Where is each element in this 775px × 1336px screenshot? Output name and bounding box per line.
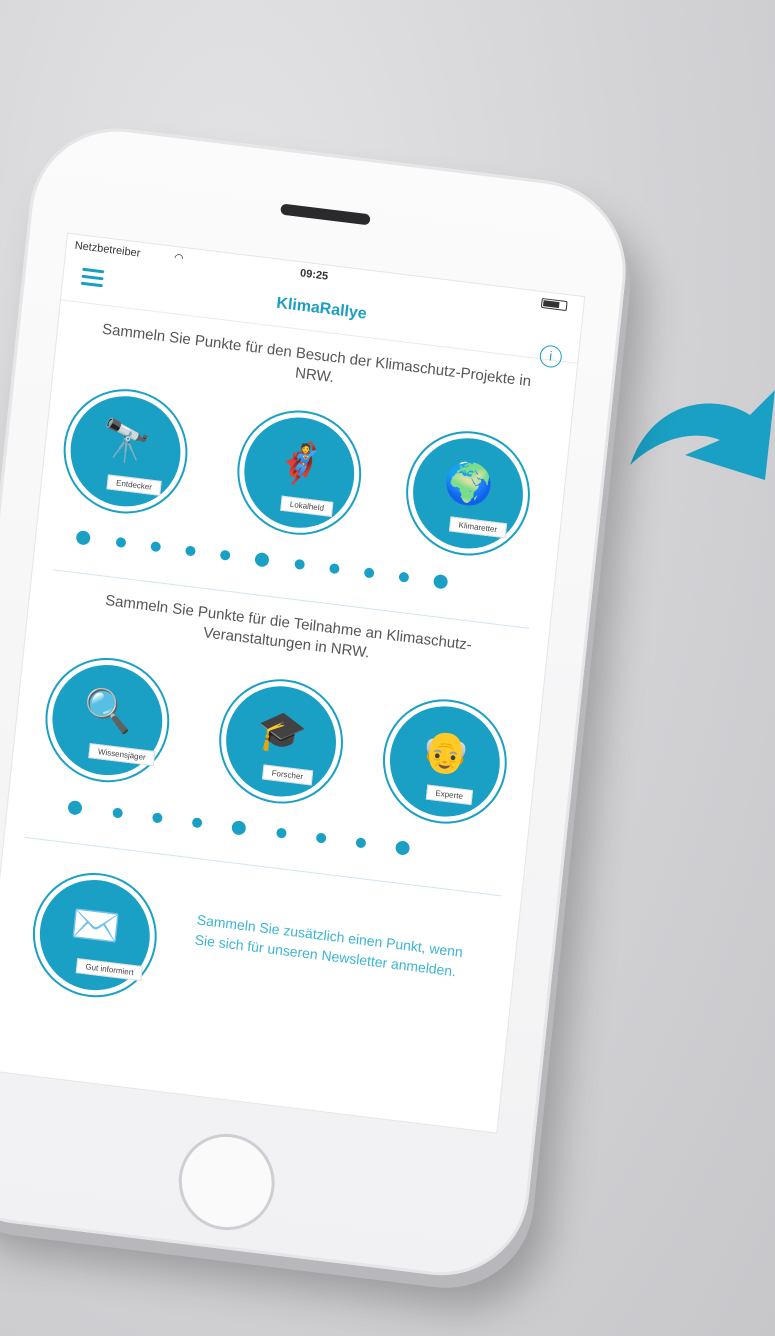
badge-lokalheld[interactable]: 🦸 Lokalheld (233, 405, 366, 540)
progress-dot (398, 571, 410, 583)
progress-dot (67, 799, 83, 816)
badge-label: Gut informiert (75, 958, 144, 982)
professor-icon: 👴 (418, 727, 473, 778)
progress-dot (75, 529, 91, 546)
carrier-name: Netzbetreiber (74, 239, 141, 260)
battery-icon (540, 297, 568, 312)
wifi-icon: ◠ (173, 251, 185, 265)
progress-dot (115, 536, 127, 549)
envelope-newspaper-icon: ✉️ (68, 901, 123, 952)
phone-speaker (280, 203, 371, 226)
badge-label: Wissensjäger (88, 743, 156, 767)
progress-dot (315, 832, 327, 844)
progress-dot (363, 567, 375, 579)
progress-dot (328, 563, 340, 575)
app-screen: Netzbetreiber ◠ 09:25 KlimaRallye i Samm… (0, 232, 586, 1134)
graduate-icon: 🎓 (254, 707, 310, 758)
badge-label: Entdecker (106, 474, 162, 496)
badge-experte[interactable]: 👴 Experte (379, 694, 511, 829)
progress-dot (276, 827, 287, 839)
status-time: 09:25 (299, 267, 329, 283)
progress-dot (150, 541, 162, 553)
progress-dot (231, 820, 247, 836)
badge-gut-informiert[interactable]: ✉️ Gut informiert (28, 868, 161, 1003)
home-button[interactable] (174, 1128, 280, 1236)
badge-forscher[interactable]: 🎓 Forscher (215, 674, 347, 809)
progress-dot (191, 817, 203, 829)
phone-device: Netzbetreiber ◠ 09:25 KlimaRallye i Samm… (0, 118, 635, 1286)
binoculars-icon: 🔭 (99, 417, 154, 468)
badge-label: Experte (425, 784, 473, 806)
progress-dot (355, 837, 367, 849)
progress-dot (151, 812, 163, 824)
progress-dot (112, 807, 124, 819)
badge-label: Klimaretter (448, 516, 507, 539)
badge-label: Lokalheld (280, 495, 334, 517)
progress-dot (394, 840, 411, 856)
progress-dot (184, 545, 196, 557)
progress-dot (254, 551, 270, 568)
magnifier-icon: 🔍 (81, 686, 136, 737)
progress-dot (219, 549, 231, 561)
badge-entdecker[interactable]: 🔭 Entdecker (59, 384, 192, 519)
globe-icon: 🌍 (441, 459, 496, 510)
newsletter-text: Sammeln Sie zusätzlich einen Punkt, wenn… (194, 911, 464, 980)
badge-wissensjaeger[interactable]: 🔍 Wissensjäger (41, 653, 174, 788)
progress-dot (432, 573, 449, 590)
badge-label: Forscher (262, 764, 313, 786)
progress-dot (294, 558, 306, 570)
superhero-icon: 🦸 (273, 438, 328, 489)
badge-klimaretter[interactable]: 🌍 Klimaretter (402, 426, 534, 561)
